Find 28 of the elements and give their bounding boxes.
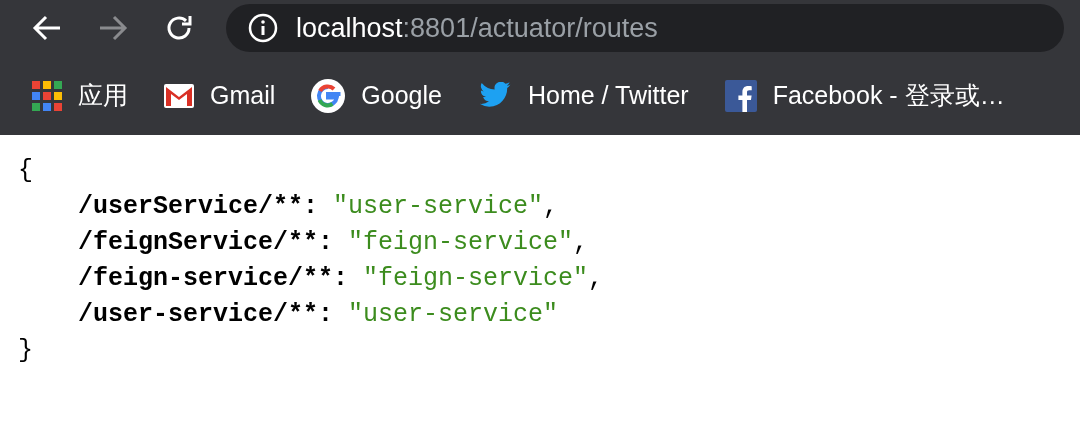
left-arrow-icon (32, 14, 62, 42)
json-value: "feign-service" (348, 227, 574, 259)
comma-text: , (573, 227, 589, 259)
url-text: localhost:8801/actuator/routes (296, 11, 658, 45)
google-g-icon (311, 78, 346, 113)
json-value: "feign-service" (363, 263, 589, 295)
json-key: /userService/**: (78, 189, 319, 225)
comma-text: , (543, 191, 559, 223)
bookmark[interactable]: Google (311, 76, 442, 115)
json-value: "user-service" (333, 191, 544, 223)
bookmark[interactable]: Home / Twitter (477, 76, 689, 115)
reload-icon (164, 13, 194, 43)
mail-icon (164, 83, 194, 108)
bookmark[interactable]: 应用 (32, 76, 128, 115)
brace-text: } (18, 335, 33, 367)
apps-grid-icon (32, 80, 62, 111)
bookmark[interactable]: Gmail (164, 76, 276, 115)
address-bar[interactable]: localhost:8801/actuator/routes (226, 4, 1064, 52)
brace-text: { (18, 155, 33, 187)
json-key: /feign-service/**: (78, 261, 349, 297)
json-key: /feignService/**: (78, 225, 334, 261)
json-value: "user-service" (348, 299, 559, 331)
facebook-f-icon (724, 79, 757, 112)
right-arrow-icon (98, 14, 128, 42)
bookmark[interactable]: Facebook - 登录或… (724, 76, 1005, 115)
info-icon (248, 13, 278, 43)
json-key: /user-service/**: (78, 297, 334, 333)
comma-text: , (588, 263, 604, 295)
